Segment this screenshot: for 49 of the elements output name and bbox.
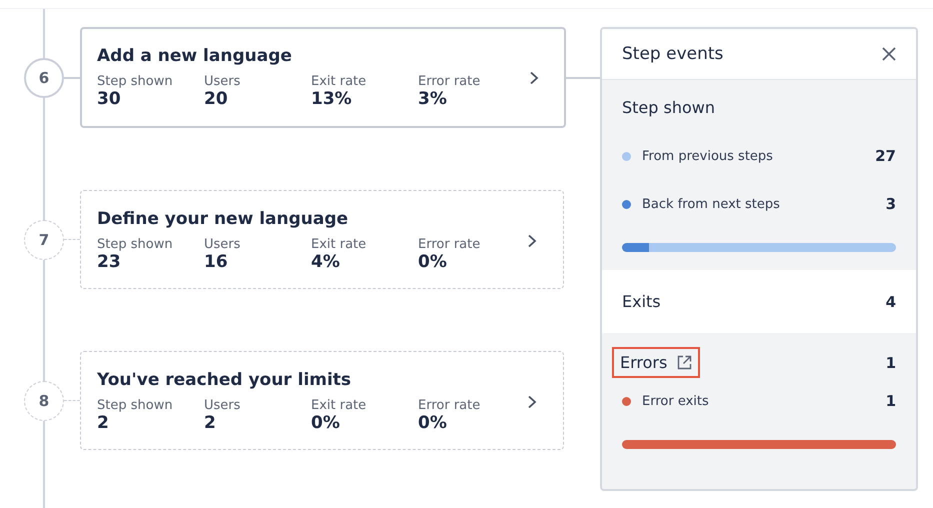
step-number: 6 — [24, 58, 64, 98]
stat-label: Step shown — [97, 237, 174, 252]
step-title: Add a new language — [97, 46, 293, 66]
chevron-right-icon — [527, 394, 537, 408]
event-count: 1 — [886, 392, 896, 410]
chevron-right-icon — [529, 70, 539, 84]
stat-value: 23 — [97, 252, 122, 272]
stat-value: 3% — [418, 89, 448, 109]
stat-value: 30 — [97, 89, 122, 109]
step-card[interactable]: Define your new language Step shown 23 Users 16 Exit rate 4% Error rate 0% — [80, 190, 564, 289]
stat-value: 0% — [418, 413, 448, 433]
step-card[interactable]: Add a new language Step shown 30 Users 20 Exit rate 13% Error rate 3% — [80, 27, 566, 128]
step-title: Define your new language — [97, 209, 350, 229]
stat-label: Step shown — [97, 74, 174, 89]
close-icon[interactable] — [882, 47, 896, 61]
event-label: Error exits — [642, 394, 710, 408]
stat-value: 2 — [204, 413, 217, 433]
stat-label: Users — [204, 74, 242, 89]
chevron-right-icon — [527, 234, 537, 248]
stat-value: 20 — [204, 89, 229, 109]
step-title: You've reached your limits — [97, 370, 352, 390]
stat-label: Error rate — [418, 74, 482, 89]
stat-value: 13% — [311, 89, 353, 109]
event-count: 3 — [886, 195, 896, 213]
stat-label: Exit rate — [311, 74, 368, 89]
step-card[interactable]: You've reached your limits Step shown 2 Users 2 Exit rate 0% Error rate 0% — [80, 351, 564, 450]
section-title: Step shown — [622, 97, 716, 119]
stat-label: Users — [204, 237, 242, 252]
stat-value: 16 — [204, 252, 229, 272]
stat-label: Exit rate — [311, 398, 368, 413]
section-link[interactable]: Errors — [614, 349, 698, 376]
section-value: 4 — [886, 292, 896, 310]
stat-label: Error rate — [418, 398, 482, 413]
event-count: 27 — [875, 147, 896, 165]
stat-label: Error rate — [418, 237, 482, 252]
stat-value: 2 — [97, 413, 110, 433]
stat-value: 4% — [311, 252, 341, 272]
stat-label: Users — [204, 398, 242, 413]
stat-label: Step shown — [97, 398, 174, 413]
stat-value: 0% — [418, 252, 448, 272]
section-title: Exits — [622, 291, 661, 313]
event-label: Back from next steps — [642, 196, 781, 212]
stat-label: Exit rate — [311, 237, 368, 252]
step-number: 8 — [24, 380, 64, 420]
section-value: 1 — [886, 354, 896, 372]
panel-title: Step events — [622, 44, 724, 64]
event-label: From previous steps — [642, 148, 774, 164]
stat-value: 0% — [311, 413, 341, 433]
step-number: 7 — [24, 220, 64, 260]
